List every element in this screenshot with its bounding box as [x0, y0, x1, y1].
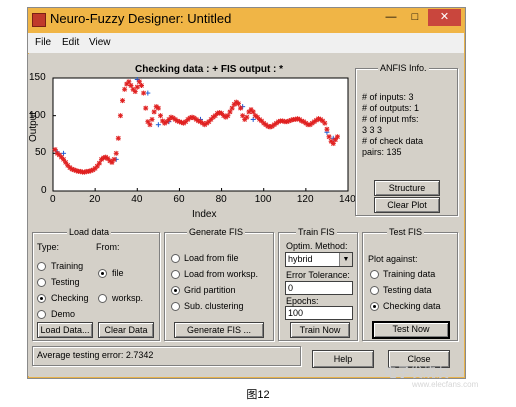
epochs-input[interactable]: 100 — [285, 306, 353, 320]
info-check-pairs: pairs: 135 — [362, 147, 402, 157]
load-data-button[interactable]: Load Data... — [37, 322, 93, 338]
fis-output-point — [326, 134, 332, 140]
load-from-file-label[interactable]: Load from file — [184, 253, 239, 263]
fis-output-point — [115, 135, 121, 141]
info-inputs: # of inputs: 3 — [362, 92, 414, 102]
watermark-logo: 电子发烧友 — [384, 365, 450, 380]
x-tick-label: 20 — [89, 194, 101, 205]
y-tick-label: 150 — [29, 72, 46, 83]
fis-output-point — [111, 156, 117, 162]
from-file-radio[interactable] — [98, 269, 107, 278]
fis-output-point — [151, 109, 157, 115]
fis-output-point — [334, 134, 340, 140]
fis-output-point — [113, 150, 119, 156]
structure-button[interactable]: Structure — [374, 180, 440, 196]
fis-output-point — [143, 105, 149, 111]
info-outputs: # of outputs: 1 — [362, 103, 420, 113]
plot-area — [52, 77, 349, 192]
type-testing-radio[interactable] — [37, 278, 46, 287]
plot-training-radio[interactable] — [370, 270, 379, 279]
sub-clustering-label[interactable]: Sub. clustering — [184, 301, 244, 311]
x-tick-label: 60 — [173, 194, 185, 205]
load-from-workspace-label[interactable]: Load from worksp. — [184, 269, 258, 279]
error-tolerance-label: Error Tolerance: — [286, 270, 350, 280]
generate-fis-title: Generate FIS — [187, 227, 246, 237]
info-mf-counts: 3 3 3 — [362, 125, 383, 135]
type-label: Type: — [37, 242, 60, 252]
x-tick-label: 80 — [215, 194, 227, 205]
epochs-label: Epochs: — [286, 296, 319, 306]
from-workspace-radio[interactable] — [98, 294, 107, 303]
type-training-radio[interactable] — [37, 262, 46, 271]
anfis-info-title: ANFIS Info. — [378, 63, 429, 73]
type-training-label[interactable]: Training — [51, 261, 83, 271]
info-input-mfs: # of input mfs: — [362, 114, 419, 124]
sub-clustering-radio[interactable] — [171, 302, 180, 311]
fis-output-point — [149, 116, 155, 122]
type-testing-label[interactable]: Testing — [51, 277, 80, 287]
x-tick-label: 0 — [50, 194, 56, 205]
plot-testing-label[interactable]: Testing data — [383, 285, 432, 295]
plot-training-label[interactable]: Training data — [383, 269, 435, 279]
train-now-button[interactable]: Train Now — [290, 322, 350, 338]
train-fis-title: Train FIS — [296, 227, 337, 237]
load-data-title: Load data — [67, 227, 112, 237]
watermark-url: www.elecfans.com — [412, 380, 479, 389]
from-workspace-label[interactable]: worksp. — [112, 293, 143, 303]
plot-against-label: Plot against: — [368, 254, 418, 264]
plot-testing-radio[interactable] — [370, 286, 379, 295]
fis-output-point — [139, 83, 144, 89]
from-label: From: — [96, 242, 120, 252]
fis-output-point — [235, 101, 241, 107]
y-tick-label: 0 — [41, 185, 47, 196]
fis-output-point — [132, 89, 138, 95]
fis-output-point — [324, 126, 330, 132]
load-from-workspace-radio[interactable] — [171, 270, 180, 279]
test-fis-title: Test FIS — [387, 227, 425, 237]
fis-output-point — [147, 122, 153, 128]
info-check-data: # of check data — [362, 136, 424, 146]
type-checking-radio[interactable] — [37, 294, 46, 303]
fis-output-point — [120, 98, 126, 104]
status-text: Average testing error: 2.7342 — [37, 350, 154, 360]
plot-checking-radio[interactable] — [370, 302, 379, 311]
chevron-down-icon[interactable]: ▼ — [339, 253, 352, 266]
grid-partition-label[interactable]: Grid partition — [184, 285, 236, 295]
fis-output-point — [238, 105, 244, 111]
fis-output-point — [322, 120, 328, 126]
x-tick-label: 140 — [339, 194, 356, 205]
fis-output-point — [141, 90, 147, 96]
fis-output-point — [157, 113, 163, 119]
clear-data-button[interactable]: Clear Data — [98, 322, 154, 338]
optim-method-value: hybrid — [288, 254, 313, 264]
type-demo-label[interactable]: Demo — [51, 309, 75, 319]
fis-output-point — [117, 113, 123, 119]
optim-method-label: Optim. Method: — [286, 241, 348, 251]
y-tick-label: 50 — [35, 147, 47, 159]
grid-partition-radio[interactable] — [171, 286, 180, 295]
test-now-button[interactable]: Test Now — [372, 321, 450, 339]
type-checking-label[interactable]: Checking — [51, 293, 89, 303]
fis-output-point — [155, 105, 161, 111]
x-tick-label: 120 — [296, 194, 314, 205]
help-button[interactable]: Help — [312, 350, 374, 368]
type-demo-radio[interactable] — [37, 310, 46, 319]
plot-checking-label[interactable]: Checking data — [383, 301, 441, 311]
error-tolerance-input[interactable]: 0 — [285, 281, 353, 295]
fis-output-point — [122, 86, 128, 92]
fis-output-point — [244, 114, 250, 120]
optim-method-select[interactable]: hybrid ▼ — [285, 252, 353, 267]
load-from-file-radio[interactable] — [171, 254, 180, 263]
x-tick-label: 100 — [254, 194, 272, 205]
from-file-label[interactable]: file — [112, 268, 124, 278]
x-tick-label: 40 — [131, 194, 143, 205]
generate-fis-button[interactable]: Generate FIS ... — [174, 322, 264, 338]
clear-plot-button[interactable]: Clear Plot — [374, 197, 440, 213]
x-axis-label: Index — [192, 209, 217, 220]
y-tick-label: 100 — [29, 109, 46, 121]
